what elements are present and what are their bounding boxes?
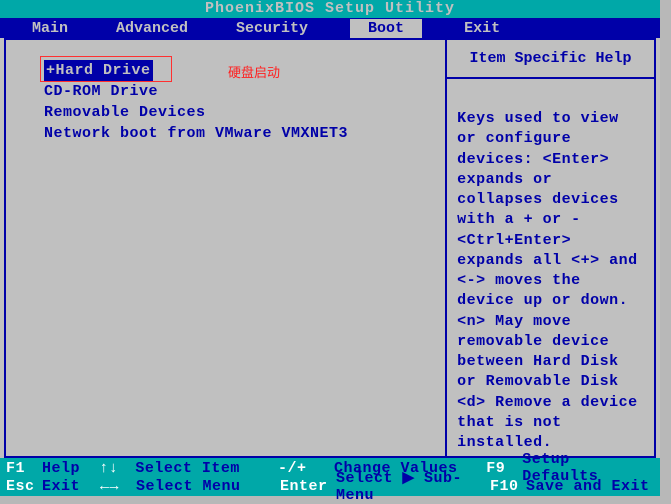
menu-advanced[interactable]: Advanced: [110, 20, 194, 37]
label-exit: Exit: [42, 478, 80, 495]
label-save-exit: Save and Exit: [526, 478, 650, 495]
key-f9: F9: [486, 460, 522, 477]
label-select-menu: Select Menu: [136, 478, 241, 495]
label-select-submenu: Select ▶ Sub-Menu: [336, 468, 490, 504]
content-area: 硬盘启动 +Hard Drive CD-ROM Drive Removable …: [0, 38, 660, 458]
annotation-text: 硬盘启动: [228, 62, 280, 81]
key-leftright: ←→: [100, 478, 136, 495]
menu-boot[interactable]: Boot: [350, 19, 422, 38]
menu-bar: Main Advanced Security Boot Exit: [0, 18, 660, 38]
help-body: Keys used to view or configure devices: …: [447, 79, 654, 461]
menu-exit[interactable]: Exit: [458, 20, 506, 37]
footer-bar: F1Help ↑↓Select Item -/+Change Values F9…: [0, 458, 660, 496]
boot-item-network[interactable]: Network boot from VMware VMXNET3: [44, 123, 437, 144]
boot-order-panel: 硬盘启动 +Hard Drive CD-ROM Drive Removable …: [4, 38, 446, 458]
title-bar: PhoenixBIOS Setup Utility: [0, 0, 660, 18]
menu-security[interactable]: Security: [230, 20, 314, 37]
menu-main[interactable]: Main: [26, 20, 74, 37]
boot-item-removable[interactable]: Removable Devices: [44, 102, 437, 123]
label-select-item: Select Item: [135, 460, 240, 477]
key-f10: F10: [490, 478, 526, 495]
help-header: Item Specific Help: [447, 40, 654, 79]
key-f1: F1: [6, 460, 42, 477]
label-help: Help: [42, 460, 80, 477]
key-enter: Enter: [280, 478, 336, 495]
key-updown: ↑↓: [99, 460, 135, 477]
boot-item-hard-drive[interactable]: +Hard Drive: [44, 60, 153, 81]
boot-item-cdrom[interactable]: CD-ROM Drive: [44, 81, 437, 102]
key-esc: Esc: [6, 478, 42, 495]
help-panel: Item Specific Help Keys used to view or …: [446, 38, 656, 458]
